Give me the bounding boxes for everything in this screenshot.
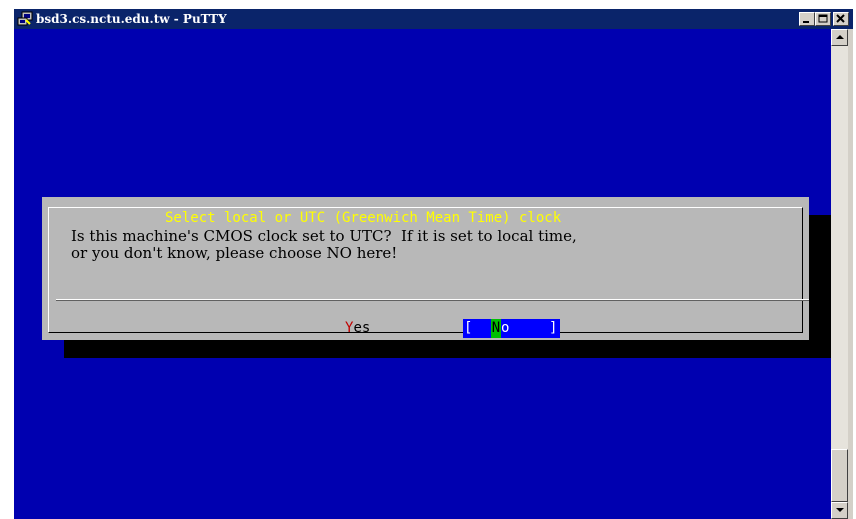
- minimize-button[interactable]: [799, 12, 815, 26]
- vertical-scrollbar[interactable]: [831, 29, 848, 519]
- window-title: bsd3.cs.nctu.edu.tw - PuTTY: [36, 12, 227, 26]
- maximize-icon: [818, 14, 828, 23]
- close-button[interactable]: [833, 12, 849, 26]
- yes-button[interactable]: Yes: [345, 320, 370, 337]
- no-open-bracket: [: [464, 320, 473, 336]
- dialog-frame: Select local or UTC (Greenwich Mean Time…: [48, 207, 809, 338]
- scroll-down-arrow-icon: [836, 508, 844, 512]
- no-button[interactable]: [ N o ]: [463, 319, 560, 338]
- maximize-button[interactable]: [815, 12, 831, 26]
- close-icon: [836, 14, 845, 23]
- dialog-title: Select local or UTC (Greenwich Mean Time…: [159, 210, 568, 227]
- scroll-up-button[interactable]: [831, 29, 848, 46]
- terminal-area[interactable]: Select local or UTC (Greenwich Mean Time…: [14, 29, 831, 519]
- dialog-separator: [56, 299, 809, 301]
- yes-label-rest: es: [353, 320, 371, 336]
- putty-icon[interactable]: [17, 11, 33, 27]
- no-hotkey: N: [491, 319, 501, 338]
- scroll-thumb[interactable]: [831, 449, 848, 502]
- minimize-icon: [803, 21, 809, 23]
- dialog-message-line-1: Is this machine's CMOS clock set to UTC?…: [71, 227, 577, 245]
- dialog-message-line-2: or you don't know, please choose NO here…: [71, 244, 398, 262]
- clock-dialog: Select local or UTC (Greenwich Mean Time…: [42, 197, 809, 340]
- title-bar[interactable]: bsd3.cs.nctu.edu.tw - PuTTY: [14, 9, 853, 29]
- no-close-bracket: ]: [549, 320, 558, 336]
- scroll-up-arrow-icon: [836, 35, 844, 39]
- putty-window: bsd3.cs.nctu.edu.tw - PuTTY Select local…: [14, 9, 853, 519]
- scroll-down-button[interactable]: [831, 502, 848, 519]
- no-label-rest: o: [501, 320, 510, 336]
